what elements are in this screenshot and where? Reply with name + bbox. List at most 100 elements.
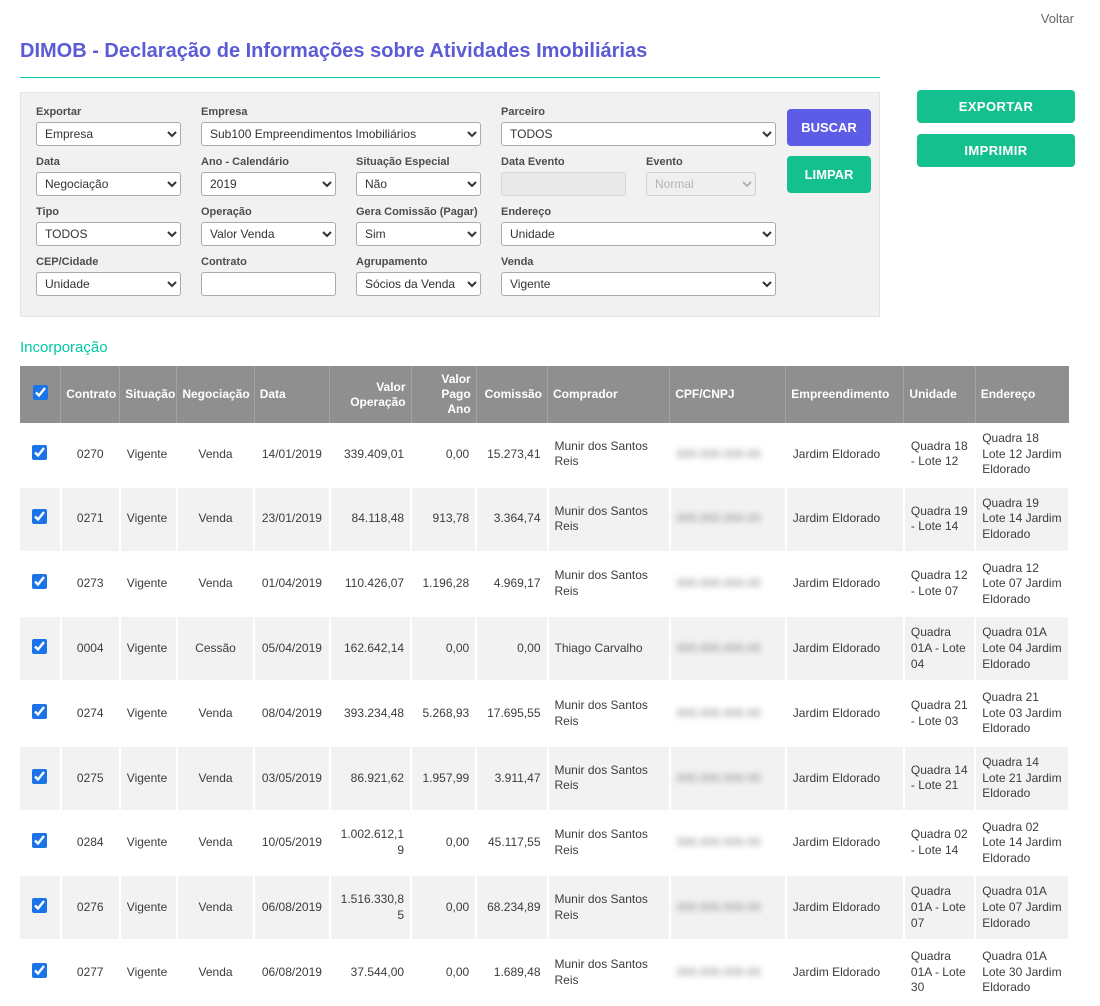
cell-negociacao: Venda bbox=[177, 487, 254, 552]
cell-empreendimento: Jardim Eldorado bbox=[786, 423, 904, 487]
cell-valor_pago_ano: 0,00 bbox=[411, 875, 476, 940]
endereco-select[interactable]: Unidade bbox=[501, 222, 776, 246]
operacao-select[interactable]: Valor Venda bbox=[201, 222, 336, 246]
cell-unidade: Quadra 01A - Lote 04 bbox=[904, 616, 975, 681]
buscar-button[interactable]: BUSCAR bbox=[787, 109, 871, 146]
empresa-label: Empresa bbox=[201, 106, 481, 118]
data-label: Data bbox=[36, 156, 181, 168]
select-all-checkbox[interactable] bbox=[33, 385, 48, 400]
cell-data: 06/08/2019 bbox=[254, 875, 329, 940]
cell-valor_operacao: 110.426,07 bbox=[330, 552, 411, 617]
situacao-especial-label: Situação Especial bbox=[356, 156, 481, 168]
cep-cidade-label: CEP/Cidade bbox=[36, 256, 181, 268]
cell-endereco: Quadra 14 Lote 21 Jardim Eldorado bbox=[975, 746, 1069, 811]
filter-data: Data Negociação bbox=[36, 156, 181, 196]
cell-comprador: Munir dos Santos Reis bbox=[548, 746, 670, 811]
cell-cpf_cnpj: 000.000.000-00 bbox=[670, 681, 786, 746]
cell-comissao: 15.273,41 bbox=[476, 423, 547, 487]
voltar-link[interactable]: Voltar bbox=[1041, 11, 1074, 26]
cell-comissao: 0,00 bbox=[476, 616, 547, 681]
cell-cpf_cnpj: 000.000.000-00 bbox=[670, 423, 786, 487]
row-checkbox[interactable] bbox=[32, 509, 47, 524]
cell-empreendimento: Jardim Eldorado bbox=[786, 681, 904, 746]
cell-data: 05/04/2019 bbox=[254, 616, 329, 681]
cell-negociacao: Cessão bbox=[177, 616, 254, 681]
row-checkbox[interactable] bbox=[32, 898, 47, 913]
cell-unidade: Quadra 02 - Lote 14 bbox=[904, 811, 975, 876]
filter-operacao: Operação Valor Venda bbox=[201, 206, 336, 246]
cell-unidade: Quadra 01A - Lote 07 bbox=[904, 875, 975, 940]
tipo-select[interactable]: TODOS bbox=[36, 222, 181, 246]
cell-valor_operacao: 84.118,48 bbox=[330, 487, 411, 552]
cell-comissao: 68.234,89 bbox=[476, 875, 547, 940]
cell-negociacao: Venda bbox=[177, 552, 254, 617]
cell-empreendimento: Jardim Eldorado bbox=[786, 875, 904, 940]
cell-situacao: Vigente bbox=[120, 875, 177, 940]
row-checkbox[interactable] bbox=[32, 704, 47, 719]
side-buttons: EXPORTAR IMPRIMIR bbox=[917, 90, 1075, 167]
table-header-row: ContratoSituaçãoNegociaçãoDataValor Oper… bbox=[20, 366, 1069, 423]
cell-empreendimento: Jardim Eldorado bbox=[786, 487, 904, 552]
contrato-input[interactable] bbox=[201, 272, 336, 296]
table-row: 0004VigenteCessão05/04/2019162.642,140,0… bbox=[20, 616, 1069, 681]
filter-empresa: Empresa Sub100 Empreendimentos Imobiliár… bbox=[201, 106, 481, 146]
cell-endereco: Quadra 02 Lote 14 Jardim Eldorado bbox=[975, 811, 1069, 876]
title-divider bbox=[20, 77, 880, 78]
situacao-especial-select[interactable]: Não bbox=[356, 172, 481, 196]
column-header-unidade: Unidade bbox=[904, 366, 975, 423]
cell-data: 14/01/2019 bbox=[254, 423, 329, 487]
cell-valor_pago_ano: 0,00 bbox=[411, 423, 476, 487]
cell-cpf_cnpj: 000.000.000-00 bbox=[670, 811, 786, 876]
table-row: 0270VigenteVenda14/01/2019339.409,010,00… bbox=[20, 423, 1069, 487]
data-select[interactable]: Negociação bbox=[36, 172, 181, 196]
cell-data: 10/05/2019 bbox=[254, 811, 329, 876]
cell-valor_operacao: 37.544,00 bbox=[330, 940, 411, 1005]
row-checkbox[interactable] bbox=[32, 639, 47, 654]
filter-contrato: Contrato bbox=[201, 256, 336, 296]
venda-select[interactable]: Vigente bbox=[501, 272, 776, 296]
page-title: DIMOB - Declaração de Informações sobre … bbox=[20, 40, 1080, 63]
filter-tipo: Tipo TODOS bbox=[36, 206, 181, 246]
cell-select bbox=[20, 746, 61, 811]
cell-data: 01/04/2019 bbox=[254, 552, 329, 617]
cell-negociacao: Venda bbox=[177, 940, 254, 1005]
table-row: 0274VigenteVenda08/04/2019393.234,485.26… bbox=[20, 681, 1069, 746]
imprimir-button[interactable]: IMPRIMIR bbox=[917, 134, 1075, 167]
agrupamento-select[interactable]: Sócios da Venda bbox=[356, 272, 481, 296]
column-header-situacao: Situação bbox=[120, 366, 177, 423]
cep-cidade-select[interactable]: Unidade bbox=[36, 272, 181, 296]
exportar-select[interactable]: Empresa bbox=[36, 122, 181, 146]
cell-negociacao: Venda bbox=[177, 746, 254, 811]
cell-select bbox=[20, 811, 61, 876]
cell-empreendimento: Jardim Eldorado bbox=[786, 811, 904, 876]
cell-valor_pago_ano: 0,00 bbox=[411, 811, 476, 876]
row-checkbox[interactable] bbox=[32, 769, 47, 784]
cell-cpf_cnpj: 000.000.000-00 bbox=[670, 940, 786, 1005]
gera-comissao-select[interactable]: Sim bbox=[356, 222, 481, 246]
cell-comissao: 1.689,48 bbox=[476, 940, 547, 1005]
limpar-button[interactable]: LIMPAR bbox=[787, 156, 871, 193]
parceiro-select[interactable]: TODOS bbox=[501, 122, 776, 146]
cell-data: 06/08/2019 bbox=[254, 940, 329, 1005]
cell-negociacao: Venda bbox=[177, 875, 254, 940]
filter-parceiro: Parceiro TODOS bbox=[501, 106, 776, 146]
ano-calendario-select[interactable]: 2019 bbox=[201, 172, 336, 196]
cell-comissao: 3.911,47 bbox=[476, 746, 547, 811]
cell-comprador: Munir dos Santos Reis bbox=[548, 487, 670, 552]
row-checkbox[interactable] bbox=[32, 833, 47, 848]
row-checkbox[interactable] bbox=[32, 574, 47, 589]
cell-comprador: Munir dos Santos Reis bbox=[548, 940, 670, 1005]
exportar-button[interactable]: EXPORTAR bbox=[917, 90, 1075, 123]
row-checkbox[interactable] bbox=[32, 963, 47, 978]
empresa-select[interactable]: Sub100 Empreendimentos Imobiliários bbox=[201, 122, 481, 146]
parceiro-label: Parceiro bbox=[501, 106, 776, 118]
cell-valor_operacao: 86.921,62 bbox=[330, 746, 411, 811]
cell-endereco: Quadra 01A Lote 04 Jardim Eldorado bbox=[975, 616, 1069, 681]
cell-unidade: Quadra 12 - Lote 07 bbox=[904, 552, 975, 617]
filter-panel: Exportar Empresa Empresa Sub100 Empreend… bbox=[20, 92, 880, 317]
cell-comissao: 3.364,74 bbox=[476, 487, 547, 552]
cell-situacao: Vigente bbox=[120, 940, 177, 1005]
row-checkbox[interactable] bbox=[32, 445, 47, 460]
redacted-cpf: 000.000.000-00 bbox=[677, 771, 761, 787]
cell-data: 08/04/2019 bbox=[254, 681, 329, 746]
